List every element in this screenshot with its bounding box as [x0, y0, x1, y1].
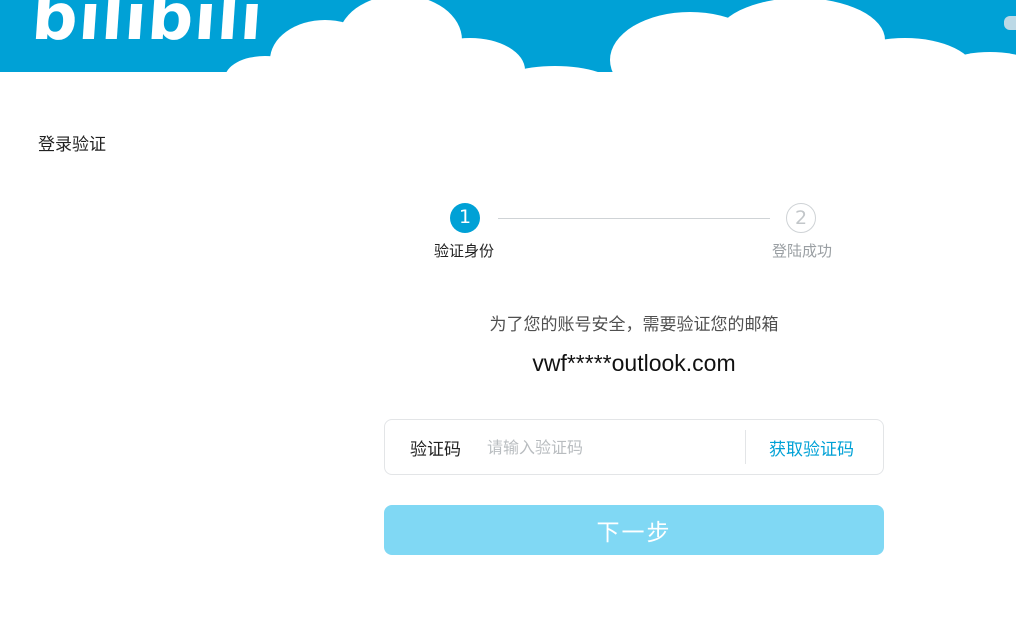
verification-code-input[interactable]: [487, 432, 737, 462]
step-1-indicator: 1: [450, 203, 480, 233]
masked-email: vwf*****outlook.com: [532, 350, 736, 376]
step-2-label: 登陆成功: [772, 242, 833, 260]
login-verification-page: bilibili 登录验证 1 2 验证身份 登陆成功 为了您的账号安全，需要验…: [0, 0, 1016, 621]
avatar-icon[interactable]: [1004, 16, 1016, 30]
step-2-indicator: 2: [786, 203, 816, 233]
field-divider: [745, 430, 746, 464]
step-1-label: 验证身份: [434, 242, 495, 260]
security-notice: 为了您的账号安全，需要验证您的邮箱: [489, 315, 779, 335]
page-title: 登录验证: [38, 135, 106, 155]
progress-stepper: 1 2 验证身份 登陆成功: [420, 203, 860, 273]
bilibili-logo: bilibili: [29, 0, 266, 55]
step-connector-line: [498, 218, 770, 219]
code-field-label: 验证码: [410, 440, 461, 460]
header-banner: bilibili: [0, 0, 1016, 92]
verification-code-field: 验证码 获取验证码: [384, 419, 884, 475]
next-step-button[interactable]: 下一步: [384, 505, 884, 555]
get-code-button[interactable]: 获取验证码: [769, 435, 854, 460]
